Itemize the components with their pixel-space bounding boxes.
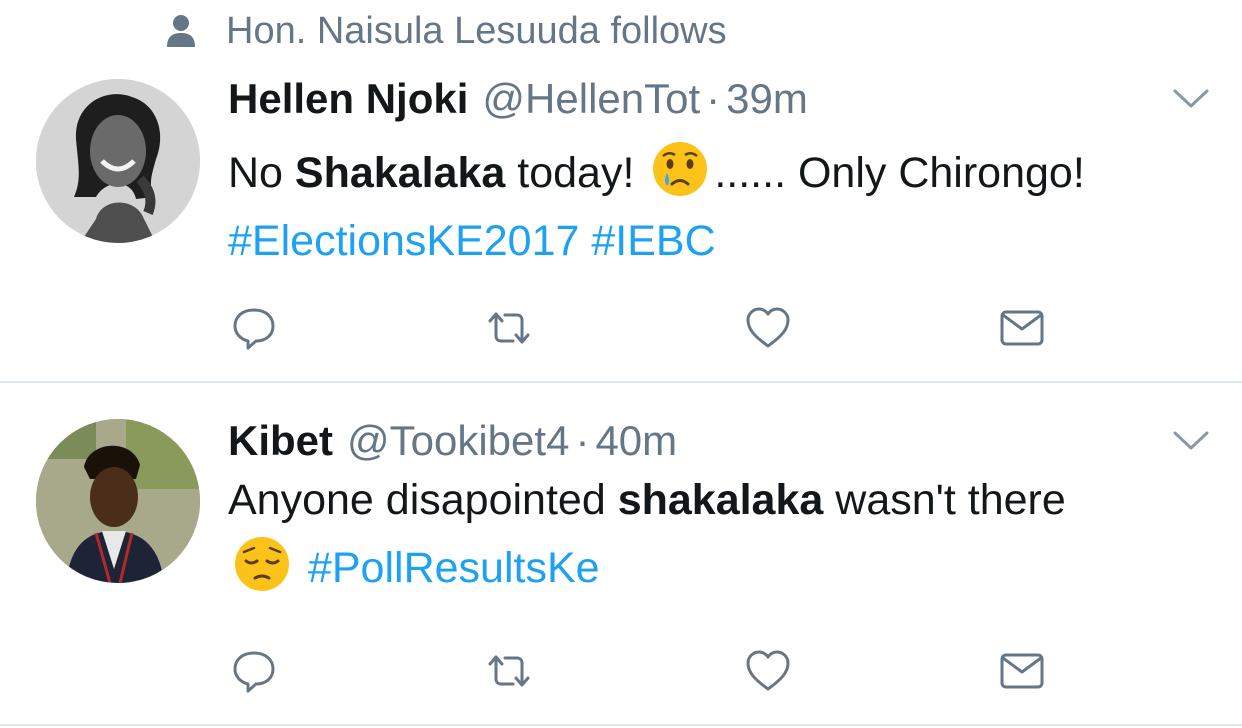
- tweet-text-segment: today!: [505, 149, 647, 197]
- retweet-icon: [488, 312, 530, 344]
- chevron-down-icon[interactable]: [1172, 430, 1210, 452]
- separator-dot: ·: [706, 75, 721, 122]
- avatar[interactable]: [36, 419, 200, 583]
- retweet-icon: [488, 655, 530, 687]
- tweet-text: No Shakalaka today! ...... Only Chirongo…: [228, 139, 1108, 275]
- user-handle[interactable]: @HellenTot: [482, 75, 700, 123]
- tweet-card[interactable]: Kibet @Tookibet4 · 40m Anyone disapointe…: [0, 383, 1242, 723]
- display-name[interactable]: Hellen Njoki: [228, 75, 468, 123]
- user-handle[interactable]: @Tookibet4: [347, 417, 569, 465]
- reply-button[interactable]: [224, 298, 284, 358]
- reply-icon: [233, 308, 275, 350]
- pensive-face-emoji-icon: [232, 534, 292, 594]
- tweet-card[interactable]: Hon. Naisula Lesuuda follows Hellen Njok…: [0, 0, 1242, 381]
- direct-message-icon: [1000, 653, 1044, 689]
- highlighted-term: Shakalaka: [294, 149, 506, 197]
- hashtag-link[interactable]: #ElectionsKE2017: [228, 217, 579, 265]
- chevron-down-icon[interactable]: [1172, 88, 1210, 110]
- like-button[interactable]: [738, 298, 798, 358]
- timestamp[interactable]: 40m: [595, 417, 677, 465]
- crying-face-emoji-icon: [650, 139, 710, 199]
- direct-message-button[interactable]: [992, 298, 1052, 358]
- social-context-text: Hon. Naisula Lesuuda follows: [226, 9, 727, 52]
- tweet-actions: [0, 298, 1242, 358]
- display-name[interactable]: Kibet: [228, 417, 333, 465]
- reply-button[interactable]: [224, 641, 284, 701]
- retweet-button[interactable]: [479, 641, 539, 701]
- like-icon: [746, 650, 790, 691]
- hashtag-link[interactable]: #IEBC: [591, 217, 715, 265]
- timestamp[interactable]: 39m: [726, 75, 808, 123]
- direct-message-icon: [1000, 310, 1044, 346]
- highlighted-term: shakalaka: [617, 476, 824, 524]
- avatar[interactable]: [36, 79, 200, 243]
- like-button[interactable]: [738, 641, 798, 701]
- person-icon: [167, 15, 195, 47]
- tweet-text-segment: No: [228, 149, 295, 197]
- tweet-header: Kibet @Tookibet4 · 40m: [228, 415, 677, 467]
- hashtag-link[interactable]: #PollResultsKe: [308, 544, 600, 592]
- like-icon: [746, 307, 790, 348]
- tweet-actions: [0, 641, 1242, 701]
- social-context: Hon. Naisula Lesuuda follows: [166, 8, 727, 54]
- retweet-button[interactable]: [479, 298, 539, 358]
- tweet-text: Anyone disapointed shakalaka wasn't ther…: [228, 466, 1108, 602]
- separator-dot: ·: [575, 417, 590, 464]
- direct-message-button[interactable]: [992, 641, 1052, 701]
- tweet-text-segment: ...... Only Chirongo!: [714, 149, 1085, 197]
- tweet-text-segment: Anyone disapointed: [228, 476, 618, 524]
- divider: [0, 724, 1242, 726]
- tweet-text-segment: wasn't there: [823, 476, 1066, 524]
- tweet-header: Hellen Njoki @HellenTot · 39m: [228, 73, 808, 125]
- reply-icon: [233, 651, 275, 693]
